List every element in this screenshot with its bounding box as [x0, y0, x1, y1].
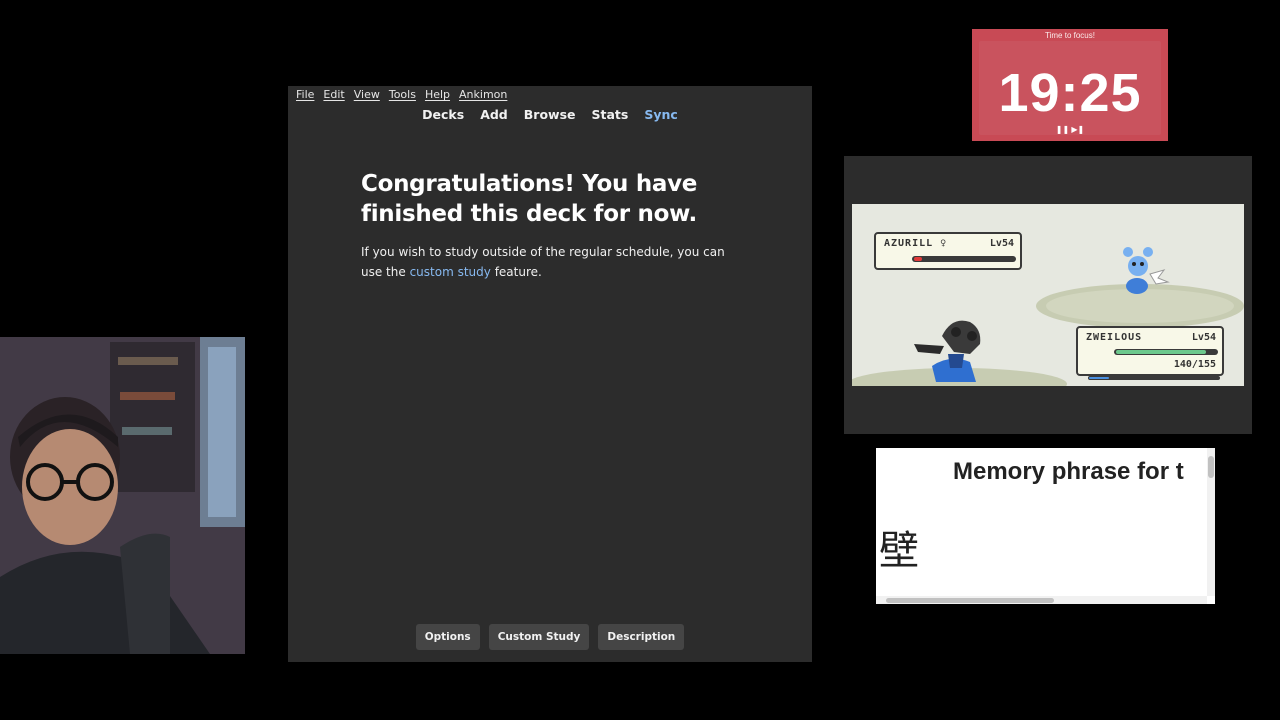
timer-controls[interactable]: ❚❚ ▶❚ [972, 125, 1168, 134]
timer-time: 19:25 [998, 63, 1142, 123]
menu-file[interactable]: File [296, 88, 314, 104]
tab-browse[interactable]: Browse [516, 107, 584, 122]
tab-stats[interactable]: Stats [584, 107, 637, 122]
custom-study-link[interactable]: custom study [410, 265, 491, 279]
body-suffix: feature. [494, 264, 542, 279]
anki-window: File Edit View Tools Help Ankimon Decks … [288, 86, 812, 662]
kanji-character: 壁 [879, 528, 919, 574]
enemy-hp-fill [914, 257, 922, 261]
congrats-panel: Congratulations! You have finished this … [361, 169, 741, 282]
enemy-level: Lv54 [989, 238, 1014, 249]
tab-decks[interactable]: Decks [414, 107, 472, 122]
webcam-feed [0, 337, 245, 654]
player-level: Lv54 [1191, 332, 1216, 343]
battle-screen: AZURILL ♀ Lv54 ZWEILOUS Lv54 140/155 [852, 204, 1244, 386]
vertical-scrollbar[interactable] [1207, 448, 1215, 596]
menu-edit[interactable]: Edit [323, 88, 344, 104]
enemy-hp-bar [912, 256, 1016, 262]
congrats-heading: Congratulations! You have finished this … [361, 171, 698, 227]
congrats-body: If you wish to study outside of the regu… [361, 243, 741, 282]
player-hp-bar [1114, 349, 1218, 355]
focus-timer: Time to focus! 19:25 ❚❚ ▶❚ [972, 29, 1168, 141]
player-hp-numbers: 140/155 [1173, 359, 1216, 370]
player-exp-bar [1088, 376, 1220, 380]
memory-phrase-heading: Memory phrase for t [953, 458, 1184, 485]
custom-study-button[interactable]: Custom Study [488, 624, 590, 650]
menu-ankimon[interactable]: Ankimon [459, 88, 507, 104]
ankimon-window: AZURILL ♀ Lv54 ZWEILOUS Lv54 140/155 [844, 156, 1252, 434]
player-hp-fill [1116, 350, 1206, 354]
tab-sync[interactable]: Sync [636, 107, 685, 122]
timer-face: 19:25 [979, 41, 1161, 135]
webcam-person-image [0, 337, 245, 654]
memory-panel: Memory phrase for t 壁 [876, 448, 1215, 604]
description-button[interactable]: Description [598, 624, 685, 650]
player-hp-box: ZWEILOUS Lv54 140/155 [1076, 326, 1224, 376]
player-exp-fill [1089, 377, 1109, 379]
horizontal-scrollbar[interactable] [876, 596, 1207, 604]
menu-help[interactable]: Help [425, 88, 450, 104]
options-button[interactable]: Options [415, 624, 480, 650]
bottom-bar: Options Custom Study Description [288, 624, 812, 650]
tab-add[interactable]: Add [472, 107, 516, 122]
player-name: ZWEILOUS [1086, 332, 1143, 343]
menu-bar: File Edit View Tools Help Ankimon [296, 88, 507, 104]
horizontal-scrollbar-thumb[interactable] [886, 598, 1054, 603]
menu-view[interactable]: View [354, 88, 380, 104]
enemy-hp-box: AZURILL ♀ Lv54 [874, 232, 1022, 270]
vertical-scrollbar-thumb[interactable] [1208, 456, 1214, 478]
top-toolbar: Decks Add Browse Stats Sync [288, 107, 812, 122]
menu-tools[interactable]: Tools [389, 88, 416, 104]
timer-title: Time to focus! [1045, 31, 1095, 40]
enemy-name: AZURILL ♀ [884, 238, 948, 249]
